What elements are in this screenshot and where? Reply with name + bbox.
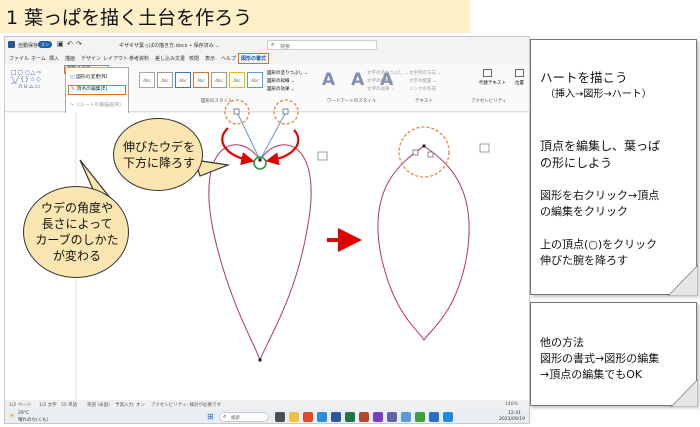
callout-lower-arms: 伸びたウデを 下方に降ろす bbox=[113, 118, 203, 191]
callout-arm-angle-line1: ウデの角度や bbox=[40, 201, 113, 215]
leaf-shape-right[interactable] bbox=[377, 145, 470, 341]
layout-options-icon-left[interactable] bbox=[317, 151, 328, 161]
leaf-handle-right[interactable] bbox=[427, 151, 434, 158]
alternative-method-panel: 他の方法 図形の書式→図形の編集 →頂点の編集でもOK bbox=[530, 302, 698, 407]
alt-method-line3: →頂点の編集でもOK bbox=[540, 368, 643, 381]
panel-heading: ハートを描こう bbox=[540, 70, 628, 85]
handle-line-right bbox=[259, 111, 287, 161]
callout-lower-arms-line1: 伸びたウデを bbox=[122, 140, 195, 154]
panel-step2-line1: 図形を右クリック→頂点 bbox=[540, 189, 660, 202]
panel-heading-sub: （挿入→図形→ハート） bbox=[545, 89, 652, 100]
callout-arm-angle: ウデの角度や 長さによって カーブのしかた が変わる bbox=[23, 186, 129, 278]
layout-options-icon-right[interactable] bbox=[479, 143, 490, 153]
alt-method-line1: 他の方法 bbox=[540, 336, 584, 349]
alt-method-line2: 図形の書式→図形の編集 bbox=[540, 352, 660, 365]
panel-step1-line1: 頂点を編集し、葉っぱ bbox=[540, 139, 661, 153]
callout-lower-arms-line2: 下方に降ろす bbox=[122, 156, 195, 170]
panel-step1-line2: の形にしよう bbox=[540, 156, 613, 170]
handle-square-right[interactable] bbox=[282, 108, 289, 115]
panel-step2-line2: の編集をクリック bbox=[540, 205, 628, 218]
slide: 1 葉っぱを描く土台を作ろう 自動保存 オン ▣ ↶ ↷ ギザギザ葉っぱの描き方… bbox=[0, 0, 700, 427]
handle-line-left bbox=[236, 111, 261, 161]
vertex-point-top[interactable] bbox=[258, 158, 262, 162]
instruction-panel: ハートを描こう （挿入→図形→ハート） 頂点を編集し、葉っぱ の形にしよう 図形… bbox=[530, 39, 698, 296]
page-curl-icon-2 bbox=[671, 379, 698, 407]
vertex-point-bottom-left bbox=[258, 358, 262, 362]
heart-shape-left[interactable] bbox=[208, 144, 312, 362]
callout-arm-angle-line3: カーブのしかた bbox=[35, 233, 119, 247]
leaf-vertex-top[interactable] bbox=[422, 144, 426, 148]
page-curl-icon bbox=[668, 265, 698, 296]
panel-step3-line1: 上の頂点(○)をクリック bbox=[540, 238, 658, 251]
handle-square-left[interactable] bbox=[233, 108, 240, 115]
leaf-handle-left[interactable] bbox=[412, 149, 419, 156]
dashed-circle-leaf-tip bbox=[398, 126, 450, 178]
callout-arm-angle-line4: が変わる bbox=[52, 249, 101, 263]
red-curved-arrow-left bbox=[221, 127, 255, 166]
panel-step3-line2: 伸びた腕を降ろす bbox=[540, 254, 628, 267]
callout-arm-angle-line2: 長さによって bbox=[41, 217, 113, 231]
